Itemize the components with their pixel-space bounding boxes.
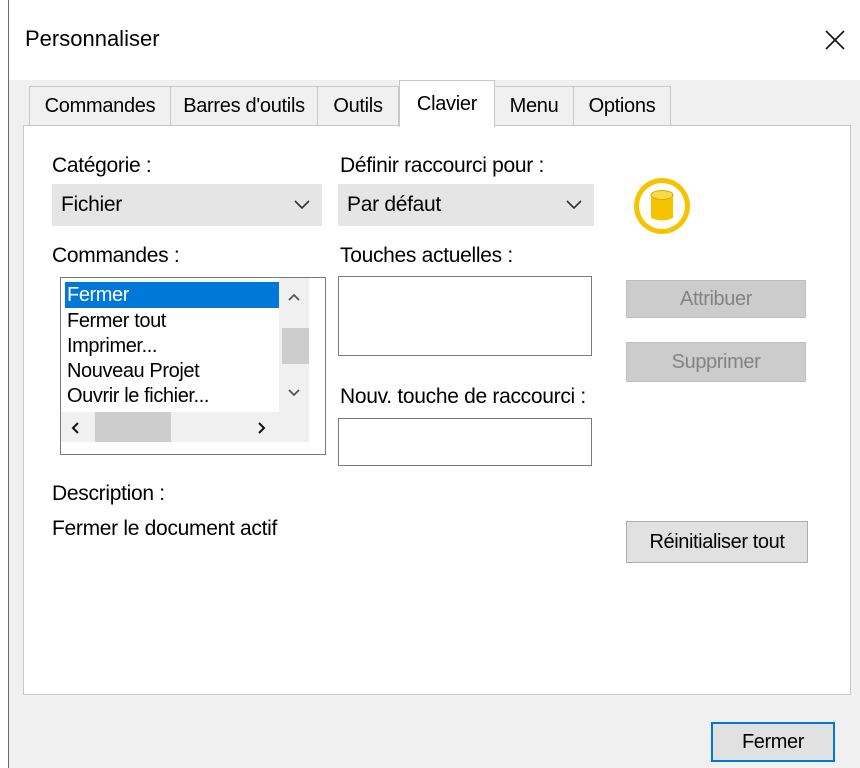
list-item[interactable]: Nouveau Projet: [65, 358, 279, 384]
remove-button[interactable]: Supprimer: [626, 342, 806, 382]
description-label: Description :: [52, 482, 165, 505]
current-keys-list[interactable]: [338, 276, 592, 356]
customize-dialog: Personnaliser Commandes Barres d'outils …: [8, 0, 860, 768]
commands-listbox[interactable]: Fermer Fermer tout Imprimer... Nouveau P…: [60, 277, 326, 455]
scrollbar-thumb[interactable]: [282, 328, 309, 364]
scroll-down-icon[interactable]: [287, 388, 301, 398]
shortcut-scope-label: Définir raccourci pour :: [340, 154, 545, 177]
scrollbar-corner: [279, 412, 309, 442]
commands-label: Commandes :: [52, 244, 180, 267]
category-label: Catégorie :: [52, 154, 152, 177]
vertical-scrollbar[interactable]: [279, 278, 309, 412]
chevron-down-icon: [566, 200, 582, 210]
list-item[interactable]: Ouvrir le fichier...: [65, 383, 279, 409]
tab-barres-outils[interactable]: Barres d'outils: [170, 86, 318, 126]
list-item[interactable]: Fermer: [65, 282, 279, 308]
close-icon[interactable]: [817, 22, 853, 58]
tab-menu[interactable]: Menu: [494, 86, 574, 126]
list-item[interactable]: Imprimer...: [65, 333, 279, 359]
shortcut-scope-dropdown[interactable]: Par défaut: [338, 184, 594, 226]
database-icon: [634, 178, 690, 234]
list-item[interactable]: Fermer tout: [65, 308, 279, 334]
new-shortcut-label: Nouv. touche de raccourci :: [340, 385, 586, 408]
horizontal-scrollbar[interactable]: [61, 412, 279, 442]
current-keys-label: Touches actuelles :: [340, 244, 513, 267]
chevron-down-icon: [294, 200, 310, 210]
reset-all-button[interactable]: Réinitialiser tout: [626, 521, 808, 563]
category-dropdown[interactable]: Fichier: [52, 184, 322, 226]
dialog-title: Personnaliser: [25, 26, 160, 51]
scrollbar-thumb[interactable]: [95, 412, 171, 442]
shortcut-scope-value: Par défaut: [347, 193, 441, 216]
scroll-up-icon[interactable]: [287, 292, 301, 302]
tab-clavier[interactable]: Clavier: [399, 80, 495, 127]
category-value: Fichier: [61, 193, 122, 216]
close-button[interactable]: Fermer: [711, 722, 835, 762]
assign-button[interactable]: Attribuer: [626, 280, 806, 318]
scroll-left-icon[interactable]: [70, 421, 80, 435]
scroll-right-icon[interactable]: [257, 421, 267, 435]
tab-outils[interactable]: Outils: [317, 86, 399, 126]
keyboard-tab-panel: Catégorie : Fichier Définir raccourci po…: [23, 125, 851, 695]
title-bar: Personnaliser: [9, 0, 860, 80]
new-shortcut-input[interactable]: [338, 418, 592, 466]
tab-options[interactable]: Options: [573, 86, 671, 126]
tab-commandes[interactable]: Commandes: [29, 86, 171, 126]
description-text: Fermer le document actif: [52, 517, 278, 540]
